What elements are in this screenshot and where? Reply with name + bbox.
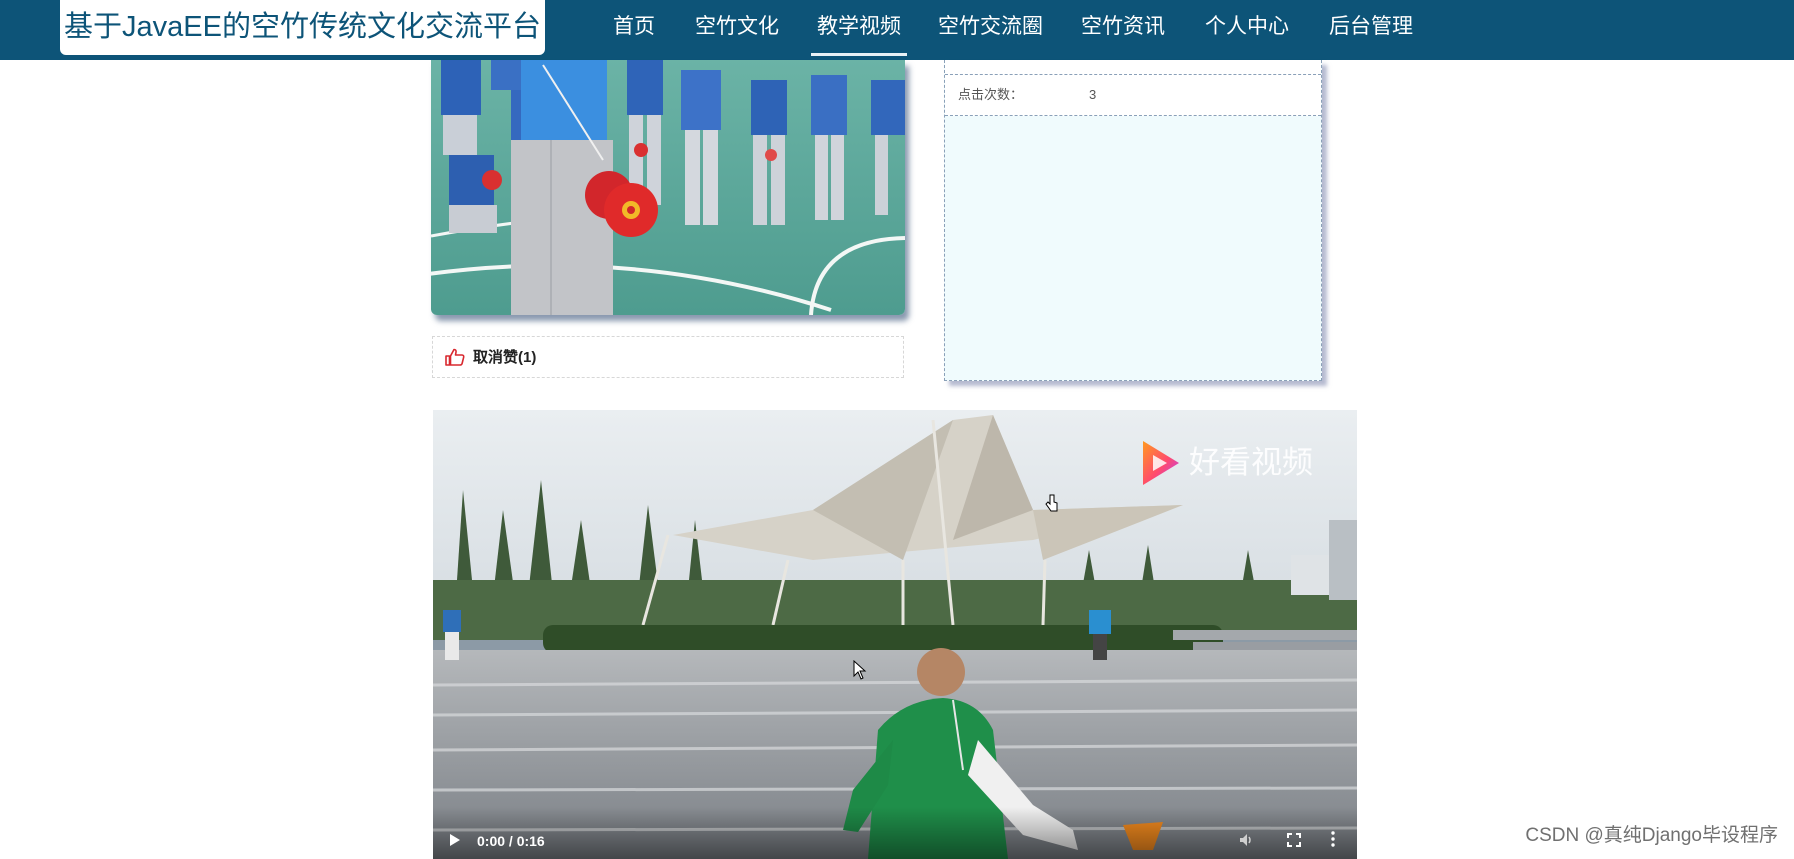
- top-navigation-bar: 基于JavaEE的空竹传统文化交流平台 首页 空竹文化 教学视频 空竹交流圈 空…: [0, 0, 1794, 60]
- click-count-label: 点击次数：: [958, 87, 1024, 102]
- video-player[interactable]: 好看视频 0:00 / 0:16: [433, 410, 1357, 859]
- video-time: 0:00 / 0:16: [477, 833, 545, 849]
- like-box[interactable]: 取消赞(1): [432, 336, 904, 378]
- video-watermark: 好看视频: [1139, 438, 1329, 488]
- info-row-partial: [945, 60, 1321, 75]
- nav-item-home[interactable]: 首页: [613, 0, 655, 54]
- video-info-panel: 点击次数： 3: [944, 60, 1322, 381]
- csdn-credit: CSDN @真纯Django毕设程序: [1525, 825, 1778, 846]
- cover-image: [431, 60, 905, 315]
- brand-logo-icon: [1143, 441, 1179, 485]
- nav-item-diabolo-circle[interactable]: 空竹交流圈: [938, 0, 1043, 54]
- hand-cursor-icon: [1045, 494, 1058, 512]
- play-icon[interactable]: [449, 833, 461, 847]
- more-vertical-icon[interactable]: [1331, 831, 1335, 847]
- nav-item-diabolo-culture[interactable]: 空竹文化: [695, 0, 779, 54]
- thumbs-up-icon[interactable]: [445, 348, 465, 366]
- watermark-text: 好看视频: [1189, 445, 1313, 480]
- site-title[interactable]: 基于JavaEE的空竹传统文化交流平台: [60, 0, 545, 55]
- nav-item-diabolo-news[interactable]: 空竹资讯: [1081, 0, 1165, 54]
- arrow-cursor-icon: [853, 660, 867, 680]
- click-count-value: 3: [1089, 87, 1097, 102]
- unlike-label[interactable]: 取消赞(1): [473, 337, 536, 379]
- nav-item-personal-center[interactable]: 个人中心: [1205, 0, 1289, 54]
- fullscreen-icon[interactable]: [1287, 833, 1301, 847]
- nav-item-admin[interactable]: 后台管理: [1329, 0, 1413, 54]
- nav-item-teaching-video[interactable]: 教学视频: [811, 0, 907, 56]
- info-row-click-count: 点击次数： 3: [945, 75, 1321, 116]
- video-controls: 0:00 / 0:16: [433, 807, 1357, 859]
- volume-icon[interactable]: [1239, 833, 1255, 847]
